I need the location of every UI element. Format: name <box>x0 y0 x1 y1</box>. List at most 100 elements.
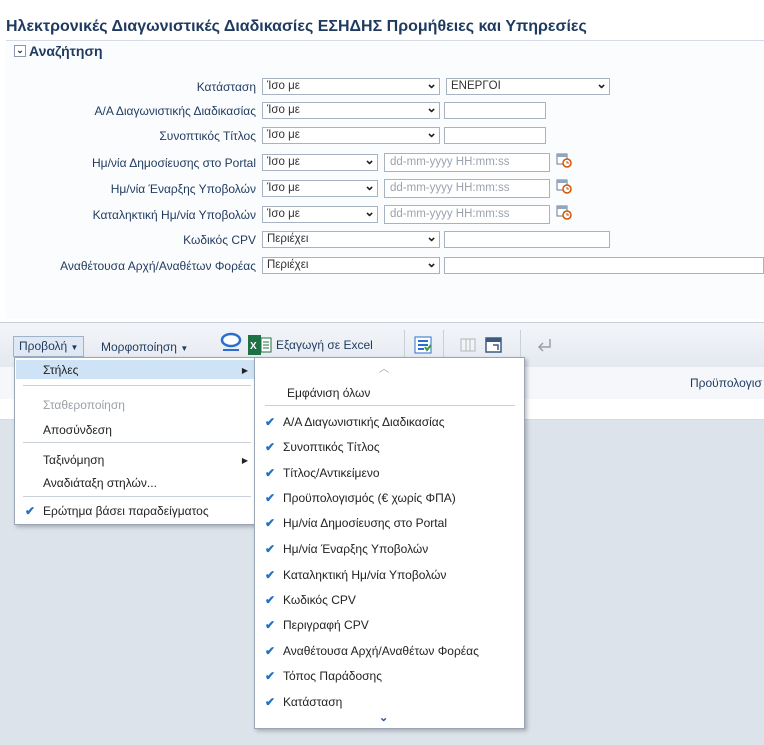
aa-input[interactable] <box>444 102 546 119</box>
cpv-operator-select[interactable]: Περιέχει ⌄ <box>262 229 440 248</box>
search-row-start-date: Ημ/νία Έναρξης Υποβολών Ίσο με ⌄ dd-mm-yy… <box>0 178 764 198</box>
column-option[interactable]: Α/Α Διαγωνιστικής Διαδικασίας <box>283 415 445 429</box>
export-label: Εξαγωγή σε Excel <box>276 338 373 352</box>
authority-input[interactable] <box>444 257 764 274</box>
publish-operator-select[interactable]: Ίσο με ⌄ <box>262 152 378 171</box>
format-menu-button[interactable]: Μορφοποίηση ▼ <box>101 340 188 354</box>
chevron-down-icon: ⌄ <box>426 125 437 140</box>
checkmark-icon: ✔ <box>265 568 276 582</box>
checkmark-icon: ✔ <box>265 491 276 505</box>
menu-item-columns[interactable]: Στήλες <box>43 363 78 377</box>
menu-item-freeze: Σταθεροποίηση <box>43 398 125 412</box>
search-row-status: Κατάσταση Ίσο με ⌄ ΕΝΕΡΓΟΙ ⌄ <box>0 76 764 96</box>
calendar-icon[interactable] <box>556 152 572 168</box>
aa-operator-select[interactable]: Ίσο με ⌄ <box>262 100 440 119</box>
menu-separator <box>23 442 251 443</box>
field-label: Καταληκτική Ημ/νία Υποβολών <box>92 208 256 222</box>
column-option[interactable]: Καταληκτική Ημ/νία Υποβολών <box>283 568 446 582</box>
wrap-icon[interactable] <box>536 337 554 353</box>
publish-date-input[interactable]: dd-mm-yyyy HH:mm:ss <box>384 153 550 172</box>
select-value: ΕΝΕΡΓΟΙ <box>451 80 501 92</box>
checkmark-icon: ✔ <box>265 669 276 683</box>
menu-separator <box>23 385 251 386</box>
end-operator-select[interactable]: Ίσο με ⌄ <box>262 204 378 223</box>
calendar-icon[interactable] <box>556 204 572 220</box>
field-label: Συνοπτικός Τίτλος <box>159 129 256 143</box>
freeze-icon[interactable] <box>459 336 477 354</box>
detach-icon[interactable] <box>484 335 504 355</box>
view-menu-button[interactable]: Προβολή ▼ <box>13 336 85 357</box>
column-option[interactable]: Ημ/νία Δημοσίευσης στο Portal <box>283 516 447 530</box>
menu-label: Σταθεροποίηση <box>43 398 125 412</box>
checkmark-icon: ✔ <box>265 440 276 454</box>
column-option[interactable]: Ημ/νία Έναρξης Υποβολών <box>283 542 428 556</box>
column-option[interactable]: Τόπος Παράδοσης <box>283 669 382 683</box>
checkmark-icon: ✔ <box>265 516 276 530</box>
column-option[interactable]: Τίτλος/Αντικείμενο <box>283 466 380 480</box>
filter-icon[interactable] <box>414 336 432 354</box>
end-date-input[interactable]: dd-mm-yyyy HH:mm:ss <box>384 205 550 224</box>
column-header-budget[interactable]: Προϋπολογισ <box>690 376 762 390</box>
menu-item-reorder[interactable]: Αναδιάταξη στηλών... <box>43 476 157 490</box>
checkmark-icon: ✔ <box>265 415 276 429</box>
export-excel-button[interactable]: X Εξαγωγή σε Excel <box>248 335 373 355</box>
search-row-publish-date: Ημ/νία Δημοσίευσης στο Portal Ίσο με ⌄ dd… <box>0 152 764 172</box>
excel-icon: X <box>248 335 272 355</box>
select-value: Ίσο με <box>267 104 300 116</box>
menu-label: Αναδιάταξη στηλών... <box>43 476 157 490</box>
query-icon[interactable] <box>219 332 243 354</box>
submenu-arrow-icon: ▶ <box>241 456 248 465</box>
scroll-down-icon[interactable]: ⌄ <box>379 711 388 724</box>
field-label: Ημ/νία Έναρξης Υποβολών <box>110 182 256 196</box>
cpv-input[interactable] <box>444 231 610 248</box>
column-option[interactable]: Συνοπτικός Τίτλος <box>283 440 380 454</box>
toolbar-divider <box>443 330 444 360</box>
search-row-aa: Α/Α Διαγωνιστικής Διαδικασίας Ίσο με ⌄ <box>0 100 764 120</box>
menu-separator <box>265 405 515 406</box>
menu-label: Ταξινόμηση <box>43 453 105 467</box>
chevron-down-icon: ⌄ <box>426 255 437 270</box>
search-header[interactable]: ⌄ Αναζήτηση <box>14 43 103 59</box>
menu-label: Ερώτημα βάσει παραδείγματος <box>43 504 209 518</box>
authority-operator-select[interactable]: Περιέχει ⌄ <box>262 255 440 274</box>
chevron-down-icon: ⌄ <box>426 229 437 244</box>
checkmark-icon: ✔ <box>25 504 36 518</box>
column-option[interactable]: Κατάσταση <box>283 695 342 709</box>
checkmark-icon: ✔ <box>265 542 276 556</box>
select-value: Περιέχει <box>267 233 309 245</box>
checkmark-icon: ✔ <box>265 466 276 480</box>
search-row-end-date: Καταληκτική Ημ/νία Υποβολών Ίσο με ⌄ dd-m… <box>0 204 764 224</box>
chevron-down-icon: ⌄ <box>364 204 375 219</box>
scroll-up-icon[interactable]: ︿ <box>379 360 389 375</box>
menu-separator <box>23 496 251 497</box>
checkmark-icon: ✔ <box>265 618 276 632</box>
menu-item-show-all[interactable]: Εμφάνιση όλων <box>287 386 370 400</box>
column-option[interactable]: Προϋπολογισμός (€ χωρίς ΦΠΑ) <box>283 491 456 505</box>
field-label: Κωδικός CPV <box>183 233 256 247</box>
title-operator-select[interactable]: Ίσο με ⌄ <box>262 125 440 144</box>
field-label: Κατάσταση <box>196 80 256 94</box>
status-operator-select[interactable]: Ίσο με ⌄ <box>262 76 440 95</box>
svg-text:X: X <box>250 341 257 352</box>
column-option[interactable]: Περιγραφή CPV <box>283 618 369 632</box>
column-option[interactable]: Αναθέτουσα Αρχή/Αναθέτων Φορέας <box>283 644 479 658</box>
chevron-down-icon: ⌄ <box>426 76 437 91</box>
select-value: Ίσο με <box>267 156 300 168</box>
status-value-select[interactable]: ΕΝΕΡΓΟΙ ⌄ <box>446 76 610 95</box>
column-option[interactable]: Κωδικός CPV <box>283 593 356 607</box>
chevron-down-icon: ⌄ <box>364 178 375 193</box>
page-title: Ηλεκτρονικές Διαγωνιστικές Διαδικασίες Ε… <box>6 18 587 35</box>
menu-item-query-by-example[interactable]: Ερώτημα βάσει παραδείγματος <box>43 504 209 518</box>
title-input[interactable] <box>444 127 546 144</box>
start-date-input[interactable]: dd-mm-yyyy HH:mm:ss <box>384 179 550 198</box>
search-title: Αναζήτηση <box>29 43 103 59</box>
menu-item-detach[interactable]: Αποσύνδεση <box>43 423 112 437</box>
calendar-icon[interactable] <box>556 178 572 194</box>
menu-item-sort[interactable]: Ταξινόμηση <box>43 453 104 467</box>
start-operator-select[interactable]: Ίσο με ⌄ <box>262 178 378 197</box>
field-label: Ημ/νία Δημοσίευσης στο Portal <box>92 156 256 170</box>
collapse-icon[interactable]: ⌄ <box>14 45 26 57</box>
menu-label: Στήλες <box>43 363 79 377</box>
search-row-cpv: Κωδικός CPV Περιέχει ⌄ <box>0 229 764 249</box>
select-value: Ίσο με <box>267 208 300 220</box>
